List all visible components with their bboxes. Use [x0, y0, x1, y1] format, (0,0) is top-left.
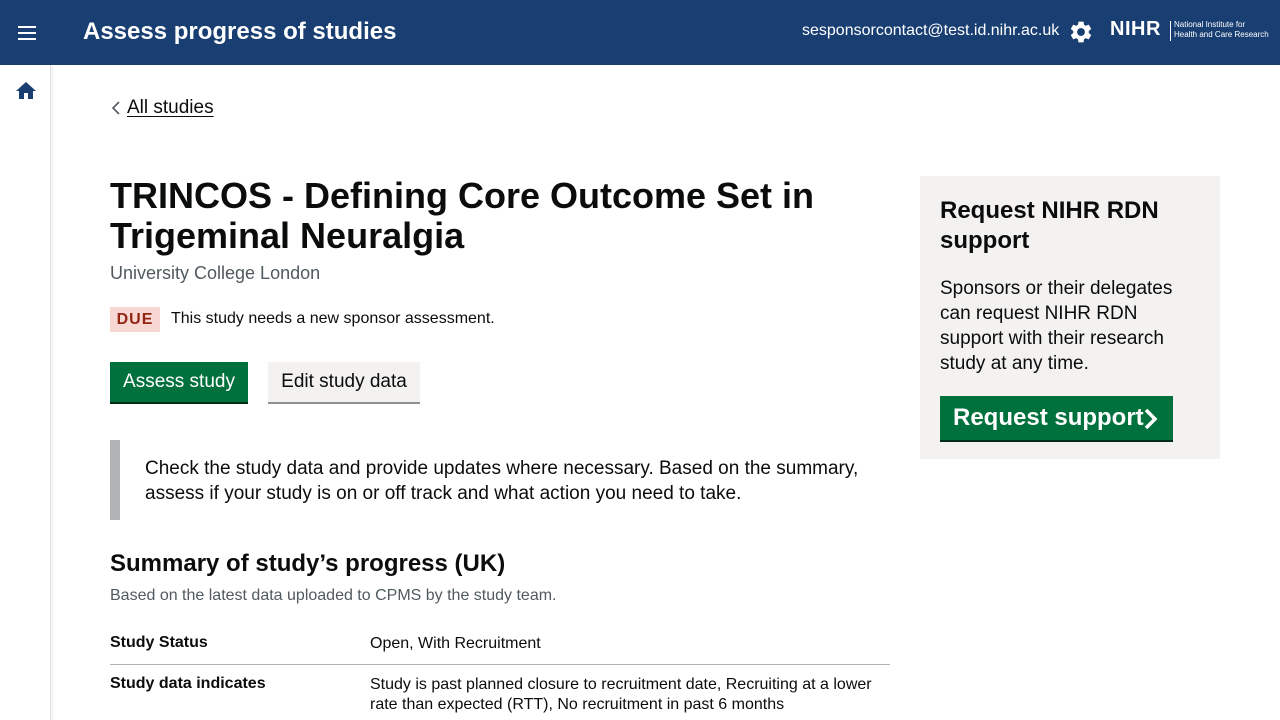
chevron-left-icon	[111, 101, 120, 115]
edit-study-data-button[interactable]: Edit study data	[268, 362, 420, 402]
request-support-heading: Request NIHR RDN support	[940, 197, 1159, 254]
home-icon[interactable]	[14, 79, 38, 103]
app-title: Assess progress of studies	[83, 18, 397, 45]
logo-divider	[1170, 21, 1171, 41]
inset-text: Check the study data and provide updates…	[145, 458, 859, 504]
gear-icon[interactable]	[1068, 19, 1094, 45]
summary-list: Study Status Open, With Recruitment Stud…	[110, 624, 890, 720]
back-link-all-studies[interactable]: All studies	[127, 97, 214, 119]
assess-study-button[interactable]: Assess study	[110, 362, 248, 402]
summary-row-value: Study is past planned closure to recruit…	[370, 676, 872, 713]
status-message: This study needs a new sponsor assessmen…	[171, 310, 495, 327]
status-badge: DUE	[110, 307, 160, 332]
summary-row-key: Study Status	[110, 634, 208, 651]
menu-icon[interactable]	[14, 20, 40, 46]
user-email: sesponsorcontact@test.id.nihr.ac.uk	[802, 22, 1060, 39]
summary-heading: Summary of study’s progress (UK)	[110, 550, 506, 577]
top-header: Assess progress of studies sesponsorcont…	[0, 0, 1280, 65]
logo-line-2: Health and Care Research	[1174, 30, 1269, 39]
request-support-panel: Request NIHR RDN support Sponsors or the…	[920, 176, 1220, 459]
chevron-right-icon	[1144, 408, 1158, 430]
request-support-button[interactable]: Request support	[940, 396, 1173, 440]
side-nav	[0, 65, 51, 720]
request-support-body: Sponsors or their delegates can request …	[940, 278, 1173, 374]
nihr-logo[interactable]: NIHR National Institute for Health and C…	[1110, 16, 1270, 48]
logo-wordmark: NIHR	[1110, 18, 1161, 40]
summary-row: Study Status Open, With Recruitment	[110, 624, 890, 665]
logo-line-1: National Institute for	[1174, 20, 1246, 29]
inset-text-block: Check the study data and provide updates…	[110, 440, 870, 520]
summary-subheading: Based on the latest data uploaded to CPM…	[110, 587, 557, 604]
request-support-button-label: Request support	[953, 404, 1144, 431]
organisation-name: University College London	[110, 263, 321, 283]
page-title: TRINCOS - Defining Core Outcome Set in T…	[110, 175, 815, 256]
summary-row-value: Open, With Recruitment	[370, 635, 541, 652]
summary-row: Study data indicates Study is past plann…	[110, 665, 890, 720]
summary-row-key: Study data indicates	[110, 675, 266, 692]
